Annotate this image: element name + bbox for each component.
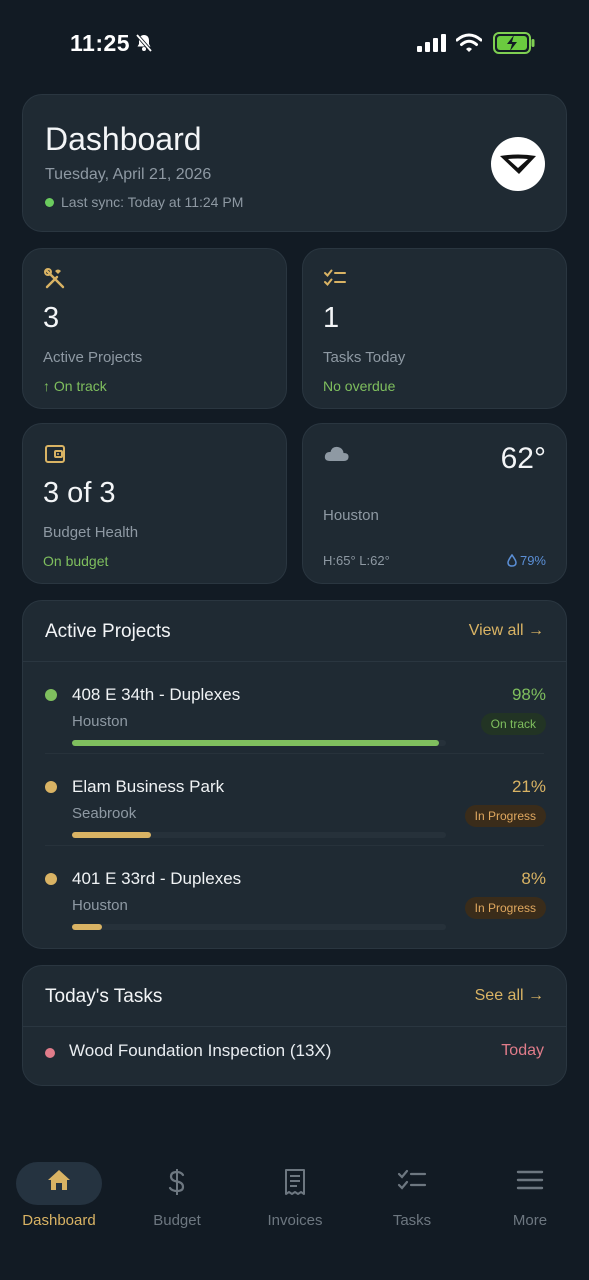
page-title: Dashboard (45, 121, 202, 157)
status-badge: In Progress (464, 805, 546, 827)
divider (23, 661, 566, 662)
tab-label: Invoices (267, 1212, 323, 1229)
weather-humidity: 79% (507, 553, 546, 568)
checklist-icon (397, 1169, 427, 1190)
sync-status-dot (45, 197, 54, 207)
bottom-tab-bar: Dashboard Budget Invoices Tasks More (0, 1130, 589, 1280)
tab-label: Dashboard (22, 1212, 96, 1229)
weather-high-low: H:65° L:62° (323, 553, 390, 568)
wifi-icon (456, 33, 482, 52)
see-all-link[interactable]: See all → (475, 987, 544, 1005)
tab-more[interactable]: More (471, 1146, 589, 1236)
project-name: Elam Business Park (72, 777, 225, 796)
progress-bar (72, 924, 446, 930)
progress-bar (72, 740, 446, 746)
project-status-dot (45, 689, 57, 701)
status-bar: 11:25 (0, 0, 589, 88)
tab-label: Tasks (392, 1212, 432, 1229)
menu-icon (516, 1170, 544, 1190)
bell-muted-icon (135, 33, 153, 53)
tab-tasks[interactable]: Tasks (353, 1146, 471, 1236)
tab-dashboard[interactable]: Dashboard (0, 1146, 118, 1236)
stat-label: Active Projects (43, 349, 143, 366)
project-name: 408 E 34th - Duplexes (72, 685, 241, 704)
project-percent: 98% (511, 685, 546, 704)
stat-label: Budget Health (43, 524, 139, 541)
weather-city: Houston (323, 507, 379, 524)
project-row[interactable]: 408 E 34th - Duplexes Houston 98% On tra… (23, 669, 568, 761)
header-card: Dashboard Tuesday, April 21, 2026 Last s… (22, 94, 567, 232)
active-projects-card: Active Projects View all → 408 E 34th - … (22, 600, 567, 949)
stat-subtext: On budget (43, 553, 109, 569)
status-badge: On track (480, 713, 546, 735)
project-percent: 21% (511, 777, 546, 796)
stat-card-budget-health[interactable]: 3 of 3 Budget Health On budget (22, 423, 287, 584)
progress-fill (72, 924, 102, 930)
droplet-icon (507, 554, 517, 567)
weather-temperature: 62° (500, 442, 546, 475)
signal-icon (417, 34, 446, 52)
weather-card[interactable]: 62° Houston H:65° L:62° 79% (302, 423, 567, 584)
project-status-dot (45, 873, 57, 885)
status-badge: In Progress (464, 897, 546, 919)
project-row[interactable]: Elam Business Park Seabrook 21% In Progr… (23, 761, 568, 853)
project-status-dot (45, 781, 57, 793)
project-city: Seabrook (72, 805, 137, 822)
sync-status: Last sync: Today at 11:24 PM (45, 194, 243, 210)
progress-fill (72, 740, 439, 746)
tools-icon (44, 268, 65, 289)
wallet-icon (45, 445, 65, 463)
divider (45, 845, 544, 846)
tab-label: Budget (153, 1212, 201, 1229)
current-date: Tuesday, April 21, 2026 (45, 166, 212, 183)
stat-subtext: ↑ On track (43, 378, 107, 394)
section-title: Active Projects (45, 621, 171, 642)
home-icon (48, 1170, 70, 1190)
divider (45, 753, 544, 754)
logo-mark-icon (500, 154, 536, 174)
divider (23, 1026, 566, 1027)
task-name: Wood Foundation Inspection (13X) (69, 1041, 332, 1060)
tab-label: More (512, 1212, 548, 1229)
stat-subtext: No overdue (323, 378, 396, 394)
tab-invoices[interactable]: Invoices (236, 1146, 354, 1236)
project-percent: 8% (521, 869, 546, 888)
project-city: Houston (72, 713, 128, 730)
task-due: Today (501, 1042, 544, 1059)
status-time: 11:25 (70, 30, 131, 56)
dollar-icon (168, 1169, 185, 1195)
humidity-value: 79% (519, 553, 546, 568)
stat-value: 1 (323, 302, 340, 334)
receipt-icon (285, 1169, 305, 1195)
stat-value: 3 of 3 (43, 477, 116, 509)
project-city: Houston (72, 897, 128, 914)
battery-charging-icon (493, 32, 535, 54)
checklist-icon (324, 269, 346, 286)
project-row[interactable]: 401 E 33rd - Duplexes Houston 8% In Prog… (23, 853, 568, 945)
company-logo[interactable] (491, 137, 545, 191)
section-title: Today's Tasks (45, 986, 163, 1007)
project-name: 401 E 33rd - Duplexes (72, 869, 242, 888)
stat-value: 3 (43, 302, 60, 334)
stat-card-active-projects[interactable]: 3 Active Projects ↑ On track (22, 248, 287, 409)
cloud-icon (324, 446, 349, 461)
view-all-link[interactable]: View all → (469, 622, 544, 640)
progress-fill (72, 832, 151, 838)
stat-label: Tasks Today (323, 349, 406, 366)
sync-status-text: Last sync: Today at 11:24 PM (61, 194, 244, 210)
progress-bar (72, 832, 446, 838)
tab-budget[interactable]: Budget (118, 1146, 236, 1236)
task-priority-dot (45, 1048, 55, 1058)
todays-tasks-card: Today's Tasks See all → Wood Foundation … (22, 965, 567, 1086)
stat-card-tasks-today[interactable]: 1 Tasks Today No overdue (302, 248, 567, 409)
